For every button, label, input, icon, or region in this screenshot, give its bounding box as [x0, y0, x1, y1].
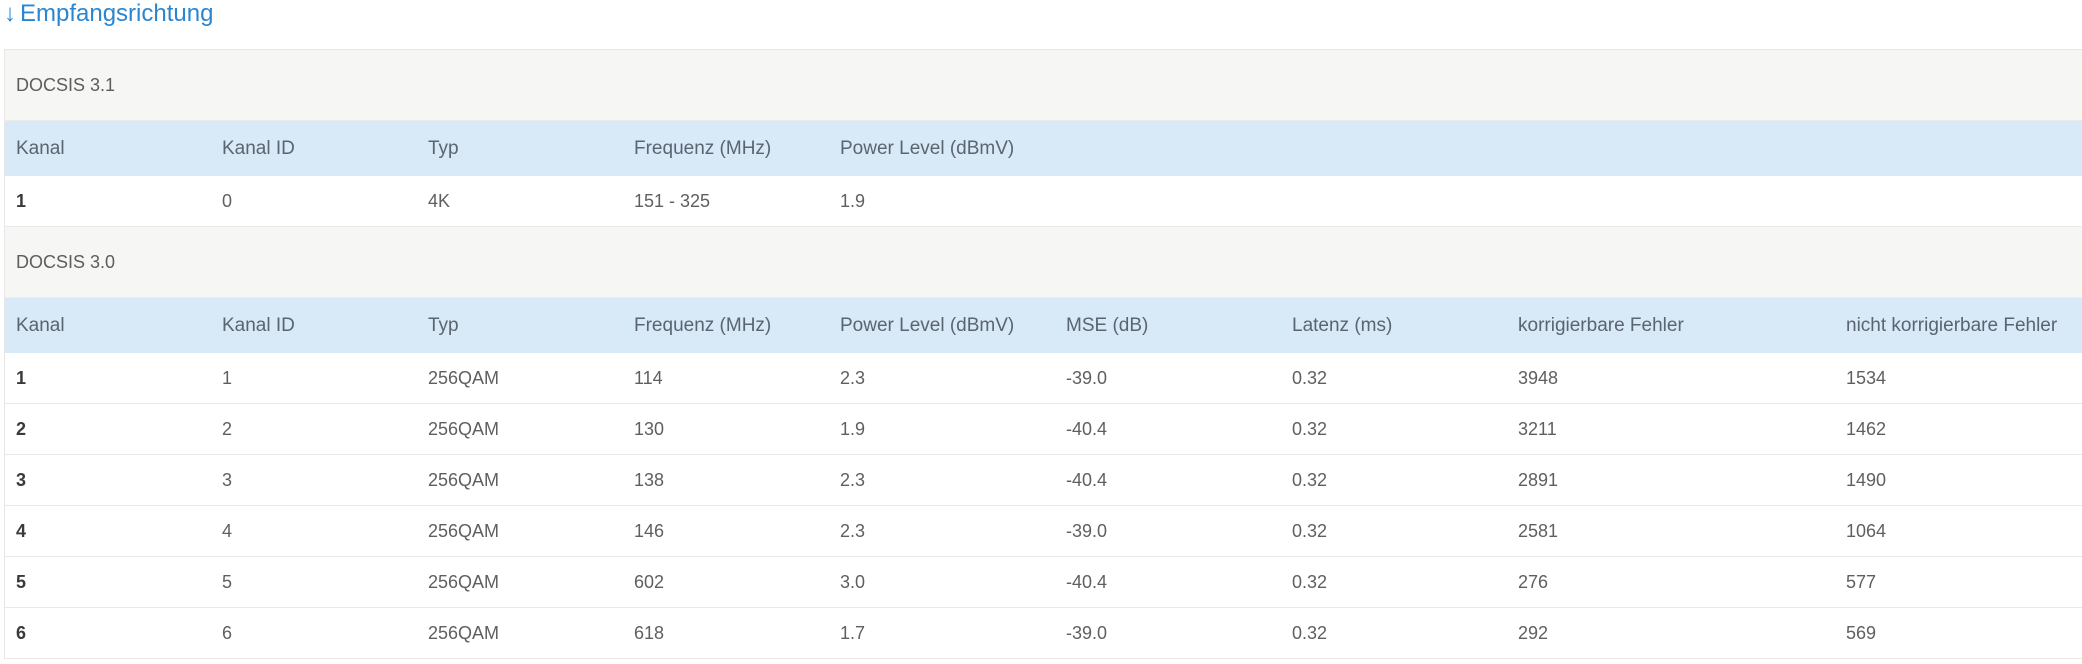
cell-mse: -39.0 [1055, 607, 1281, 659]
cell-nicht-korrigierbare-fehler: 1490 [1835, 454, 2082, 506]
cell-kanal-id: 5 [211, 556, 417, 608]
table-row: 4 4 256QAM 146 2.3 -39.0 0.32 2581 1064 [5, 505, 2082, 557]
cell-typ: 256QAM [417, 556, 623, 608]
cell-kanal: 1 [5, 176, 211, 227]
cell-latenz: 0.32 [1281, 454, 1507, 506]
group-label: DOCSIS 3.1 [5, 50, 2082, 121]
column-header: Frequenz (MHz) [623, 120, 829, 176]
group-row-docsis-30: DOCSIS 3.0 [5, 226, 2082, 298]
cell-nicht-korrigierbare-fehler: 577 [1835, 556, 2082, 608]
cell-latenz: 0.32 [1281, 403, 1507, 455]
cell-mse: -40.4 [1055, 454, 1281, 506]
cell-latenz: 0.32 [1281, 505, 1507, 557]
table-row: 5 5 256QAM 602 3.0 -40.4 0.32 276 577 [5, 556, 2082, 608]
table-row: 1 1 256QAM 114 2.3 -39.0 0.32 3948 1534 [5, 353, 2082, 404]
section-heading-label: Empfangsrichtung [20, 0, 214, 27]
cell-latenz: 0.32 [1281, 556, 1507, 608]
table-row: 6 6 256QAM 618 1.7 -39.0 0.32 292 569 [5, 607, 2082, 659]
cell-korrigierbare-fehler: 2581 [1507, 505, 1835, 557]
column-header: Kanal [5, 297, 211, 353]
docsis30-rows: 1 1 256QAM 114 2.3 -39.0 0.32 3948 1534 2 2 256QAM 1… [5, 353, 2082, 659]
downstream-channel-table: DOCSIS 3.1 Kanal Kanal ID Typ Frequenz (… [4, 49, 2082, 659]
column-header: Kanal ID [211, 120, 417, 176]
cell-power-level: 1.7 [829, 607, 1055, 659]
cell-nicht-korrigierbare-fehler: 1462 [1835, 403, 2082, 455]
cell-frequenz: 130 [623, 403, 829, 455]
column-header: Power Level (dBmV) [829, 297, 1055, 353]
cell-kanal-id: 4 [211, 505, 417, 557]
group-row-docsis-31: DOCSIS 3.1 [5, 50, 2082, 121]
cell-mse: -39.0 [1055, 505, 1281, 557]
cell-mse: -39.0 [1055, 353, 1281, 404]
column-header-empty [1281, 120, 1507, 176]
column-header: Kanal [5, 120, 211, 176]
cell-kanal: 3 [5, 454, 211, 506]
column-header: korrigierbare Fehler [1507, 297, 1835, 353]
table-row: 1 0 4K 151 - 325 1.9 [5, 176, 2082, 227]
cell-korrigierbare-fehler: 3211 [1507, 403, 1835, 455]
cell-power-level: 2.3 [829, 505, 1055, 557]
cell-power-level: 3.0 [829, 556, 1055, 608]
cell-nicht-korrigierbare-fehler: 569 [1835, 607, 2082, 659]
cell-korrigierbare-fehler: 3948 [1507, 353, 1835, 404]
cell-frequenz: 114 [623, 353, 829, 404]
cell-typ: 256QAM [417, 505, 623, 557]
column-header: nicht korrigierbare Fehler [1835, 297, 2082, 353]
column-header: Power Level (dBmV) [829, 120, 1055, 176]
cell-typ: 256QAM [417, 454, 623, 506]
cell-frequenz: 146 [623, 505, 829, 557]
cell-kanal: 5 [5, 556, 211, 608]
cell-mse: -40.4 [1055, 403, 1281, 455]
cell-kanal: 4 [5, 505, 211, 557]
cell-power-level: 1.9 [829, 176, 1055, 227]
cell-nicht-korrigierbare-fehler: 1534 [1835, 353, 2082, 404]
cell-kanal-id: 0 [211, 176, 417, 227]
column-header-empty [1055, 120, 1281, 176]
cell-kanal-id: 6 [211, 607, 417, 659]
cell-frequenz: 138 [623, 454, 829, 506]
cell-korrigierbare-fehler: 276 [1507, 556, 1835, 608]
cell-latenz: 0.32 [1281, 353, 1507, 404]
column-header: Latenz (ms) [1281, 297, 1507, 353]
group-label: DOCSIS 3.0 [5, 226, 2082, 298]
cell-frequenz: 602 [623, 556, 829, 608]
channel-table: DOCSIS 3.1 Kanal Kanal ID Typ Frequenz (… [5, 50, 2082, 659]
cell-latenz: 0.32 [1281, 607, 1507, 659]
cell-typ: 256QAM [417, 403, 623, 455]
cell-kanal-id: 3 [211, 454, 417, 506]
column-header-empty [1835, 120, 2082, 176]
cell-kanal-id: 1 [211, 353, 417, 404]
cell-power-level: 1.9 [829, 403, 1055, 455]
table-row: 2 2 256QAM 130 1.9 -40.4 0.32 3211 1462 [5, 403, 2082, 455]
cell-typ: 256QAM [417, 607, 623, 659]
arrow-down-icon: ↓ [4, 0, 16, 27]
cell-typ: 4K [417, 176, 623, 227]
section-heading-empfangsrichtung[interactable]: ↓ Empfangsrichtung [4, 0, 213, 32]
header-row-docsis-30: Kanal Kanal ID Typ Frequenz (MHz) Power … [5, 297, 2082, 353]
column-header-empty [1507, 120, 1835, 176]
cell-frequenz: 618 [623, 607, 829, 659]
column-header: Typ [417, 297, 623, 353]
cell-typ: 256QAM [417, 353, 623, 404]
cell-power-level: 2.3 [829, 454, 1055, 506]
column-header: Typ [417, 120, 623, 176]
cell-frequenz: 151 - 325 [623, 176, 829, 227]
column-header: Frequenz (MHz) [623, 297, 829, 353]
header-row-docsis-31: Kanal Kanal ID Typ Frequenz (MHz) Power … [5, 120, 2082, 176]
column-header: Kanal ID [211, 297, 417, 353]
cell-kanal: 1 [5, 353, 211, 404]
column-header: MSE (dB) [1055, 297, 1281, 353]
cell-korrigierbare-fehler: 292 [1507, 607, 1835, 659]
cell-mse: -40.4 [1055, 556, 1281, 608]
cell-kanal: 6 [5, 607, 211, 659]
cell-kanal-id: 2 [211, 403, 417, 455]
cell-nicht-korrigierbare-fehler: 1064 [1835, 505, 2082, 557]
cell-kanal: 2 [5, 403, 211, 455]
cell-power-level: 2.3 [829, 353, 1055, 404]
cell-korrigierbare-fehler: 2891 [1507, 454, 1835, 506]
table-row: 3 3 256QAM 138 2.3 -40.4 0.32 2891 1490 [5, 454, 2082, 506]
